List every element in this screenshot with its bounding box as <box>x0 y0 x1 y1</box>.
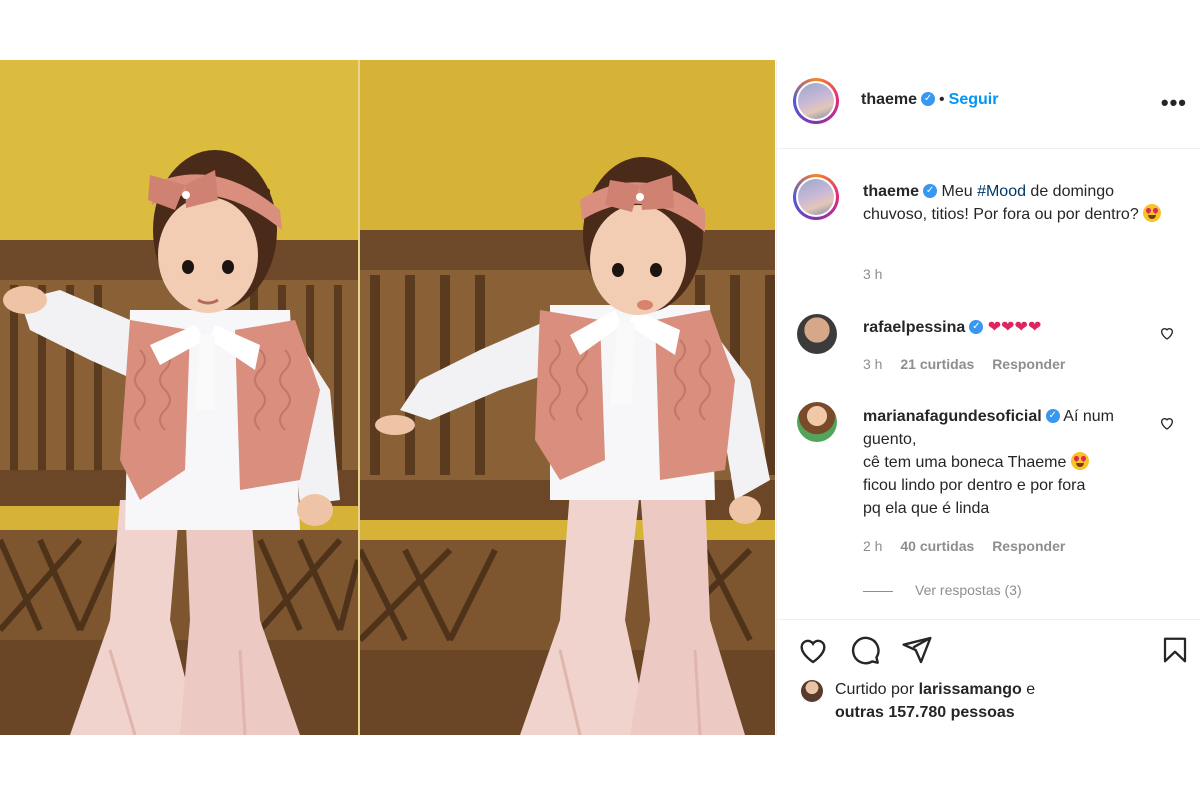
caption-username[interactable]: thaeme <box>863 183 919 200</box>
post-side-panel: thaeme ✓ • Seguir ••• thaeme ✓ Meu #Mood de … <box>776 60 1200 735</box>
view-replies-button[interactable]: Ver respostas (3) <box>863 582 1022 598</box>
liked-by-user[interactable]: larissamango <box>919 681 1022 698</box>
photo-panel-left <box>0 60 358 735</box>
comment-username[interactable]: marianafagundesoficial <box>863 408 1042 425</box>
verified-badge-icon: ✓ <box>1045 408 1060 423</box>
photo-panel-right <box>360 60 775 735</box>
liked-by-others[interactable]: outras 157.780 pessoas <box>835 704 1015 721</box>
comment-time[interactable]: 2 h <box>863 538 882 554</box>
heart-outline-icon[interactable] <box>797 634 829 666</box>
post-header: thaeme ✓ • Seguir ••• <box>777 60 1200 149</box>
comment-likes[interactable]: 21 curtidas <box>900 356 974 372</box>
comment-time[interactable]: 3 h <box>863 356 882 372</box>
author-line: thaeme ✓ • Seguir <box>861 91 998 109</box>
caption-text-start: Meu <box>941 183 978 200</box>
verified-badge-icon: ✓ <box>969 319 984 334</box>
caption-timestamp[interactable]: 3 h <box>863 266 882 282</box>
separator-dot: • <box>939 91 945 108</box>
author-username[interactable]: thaeme <box>861 91 917 108</box>
verified-badge-icon: ✓ <box>921 91 936 106</box>
red-heart-emoji-icon: ❤ <box>1001 319 1015 336</box>
comment-bubble-icon[interactable] <box>849 634 881 666</box>
comment-meta: 3 h 21 curtidas Responder <box>863 356 1079 372</box>
comment-text-line: pq ela que é linda <box>863 500 990 517</box>
comment-meta: 2 h 40 curtidas Responder <box>863 538 1079 554</box>
author-avatar[interactable] <box>793 78 839 124</box>
toddler-photo-right <box>360 60 775 735</box>
reply-button[interactable]: Responder <box>992 538 1065 554</box>
caption-author-avatar[interactable] <box>793 174 839 220</box>
paper-plane-icon[interactable] <box>901 634 933 666</box>
liked-by-prefix: Curtido por <box>835 681 915 698</box>
view-replies-label[interactable]: Ver respostas (3) <box>915 582 1022 598</box>
liked-by-summary: Curtido por larissamango e outras 157.78… <box>835 678 1035 724</box>
post-caption: thaeme ✓ Meu #Mood de domingo chuvoso, ti… <box>863 180 1173 226</box>
verified-badge-icon: ✓ <box>923 183 938 198</box>
comment-like-heart-icon[interactable] <box>1159 415 1175 431</box>
hashtag-link[interactable]: #Mood <box>977 183 1026 200</box>
heart-eyes-emoji-icon <box>1070 452 1089 470</box>
comment-marianafagundesoficial: marianafagundesoficial ✓ Aí num guento, c… <box>863 405 1163 520</box>
comment-avatar-marianafagundesoficial[interactable] <box>797 402 837 442</box>
toddler-photo-left <box>0 60 358 735</box>
comment-avatar-rafaelpessina[interactable] <box>797 314 837 354</box>
heart-eyes-emoji-icon <box>1143 204 1162 222</box>
comment-like-heart-icon[interactable] <box>1159 325 1175 341</box>
comment-text-line: ficou lindo por dentro e por fora <box>863 477 1086 494</box>
comment-username[interactable]: rafaelpessina <box>863 319 965 336</box>
post-photo[interactable] <box>0 60 775 735</box>
reply-button[interactable]: Responder <box>992 356 1065 372</box>
post-actions: Curtido por larissamango e outras 157.78… <box>777 619 1200 736</box>
comment-text-line: cê tem uma boneca Thaeme <box>863 454 1067 471</box>
follow-button[interactable]: Seguir <box>949 91 999 108</box>
red-heart-emoji-icon: ❤ <box>1014 319 1028 336</box>
liker-avatar[interactable] <box>801 680 823 702</box>
red-heart-emoji-icon: ❤ <box>1027 319 1042 336</box>
replies-divider-line <box>863 590 893 592</box>
comment-rafaelpessina: rafaelpessina ✓ ❤❤❤❤ <box>863 316 1163 339</box>
more-options-icon[interactable]: ••• <box>1161 90 1187 116</box>
bookmark-icon[interactable] <box>1160 634 1190 666</box>
liked-by-connector: e <box>1026 681 1036 698</box>
red-heart-emoji-icon: ❤ <box>987 319 1002 336</box>
comment-likes[interactable]: 40 curtidas <box>900 538 974 554</box>
